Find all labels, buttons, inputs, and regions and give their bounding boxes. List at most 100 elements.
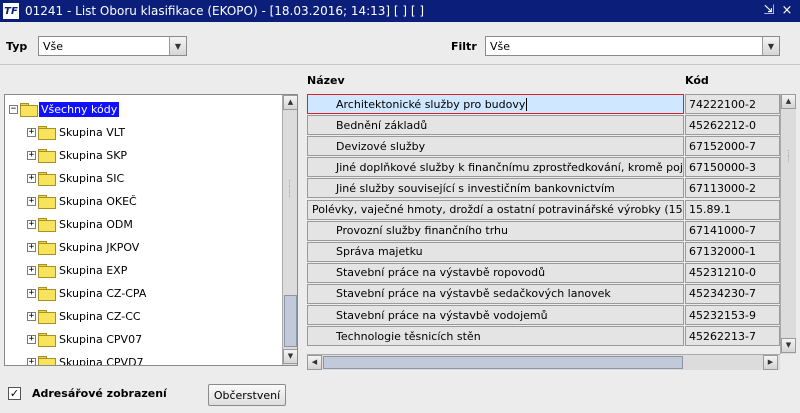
table-scrollbar[interactable]: ▲ ▼: [780, 94, 796, 354]
tree-item-label[interactable]: Skupina OKEČ: [57, 194, 139, 209]
collapse-icon[interactable]: −: [9, 104, 18, 114]
name-cell[interactable]: Technologie těsnicích stěn: [307, 326, 684, 347]
column-header-name: Název: [307, 74, 345, 87]
name-cell[interactable]: Správa majetku: [307, 241, 684, 262]
name-cell[interactable]: Polévky, vaječné hmoty, droždí a ostatní…: [307, 199, 684, 220]
name-cell-text: Polévky, vaječné hmoty, droždí a ostatní…: [312, 203, 684, 216]
name-cell[interactable]: Stavební práce na výstavbě ropovodů: [307, 262, 684, 283]
directory-view-label: Adresářové zobrazení: [32, 387, 167, 400]
tree-item-label[interactable]: Skupina ODM: [57, 217, 135, 232]
name-cell-text: Bednění základů: [336, 118, 428, 132]
tree-scroll-thumb[interactable]: [284, 295, 297, 347]
directory-view-checkbox[interactable]: ✓: [8, 387, 21, 400]
folder-icon: [38, 333, 56, 347]
expand-icon[interactable]: +: [27, 334, 36, 344]
expand-icon[interactable]: +: [27, 196, 36, 206]
chevron-down-icon[interactable]: ▼: [169, 37, 186, 55]
name-cell[interactable]: Stavební práce na výstavbě vodojemů: [307, 305, 684, 325]
name-cell[interactable]: Bednění základů: [307, 115, 684, 136]
tree-item-label[interactable]: Skupina EXP: [57, 263, 129, 278]
close-icon[interactable]: ×: [778, 2, 796, 20]
folder-icon: [38, 126, 56, 140]
expand-icon[interactable]: +: [27, 357, 36, 365]
scroll-down-icon[interactable]: ▼: [283, 349, 297, 364]
category-tree[interactable]: − Všechny kódy + Skupina VLT + Skupina SKP +…: [4, 94, 298, 366]
name-cell[interactable]: Provozní služby finančního trhu: [307, 220, 684, 241]
column-header-code: Kód: [685, 74, 709, 87]
splitter-grip-icon[interactable]: ⋮ ⋮: [785, 150, 792, 163]
code-cell[interactable]: 67132000-1: [685, 241, 780, 262]
tree-item[interactable]: + Skupina CPVD7: [27, 352, 146, 366]
filtr-select[interactable]: Vše ▼: [485, 36, 780, 56]
tree-item-label[interactable]: Skupina SKP: [57, 148, 129, 163]
expand-icon[interactable]: +: [27, 288, 36, 298]
scroll-down-icon[interactable]: ▼: [781, 338, 796, 353]
tree-item-label[interactable]: Skupina CZ-CC: [57, 309, 143, 324]
splitter-grip-icon[interactable]: ⋮ ⋮ ⋮: [286, 180, 293, 199]
table-hscroll-thumb[interactable]: [323, 356, 683, 369]
tree-item[interactable]: + Skupina EXP: [27, 260, 129, 280]
code-cell[interactable]: 67150000-3: [685, 157, 780, 178]
name-cell-text: Technologie těsnicích stěn: [336, 329, 481, 343]
expand-icon[interactable]: +: [27, 265, 36, 275]
expand-icon[interactable]: +: [27, 219, 36, 229]
folder-icon: [38, 287, 56, 301]
tree-item[interactable]: + Skupina JKPOV: [27, 237, 141, 257]
name-input[interactable]: Architektonické služby pro budovy: [307, 94, 684, 114]
table-horizontal-scrollbar[interactable]: ◀ ▶: [307, 354, 780, 370]
tree-item-label[interactable]: Skupina SIC: [57, 171, 126, 186]
tree-item[interactable]: + Skupina CPV07: [27, 329, 144, 349]
code-cell[interactable]: 45262213-7: [685, 326, 780, 347]
name-cell[interactable]: Jiné doplňkové služby k finančnímu zpros…: [307, 157, 684, 178]
expand-icon[interactable]: +: [27, 311, 36, 321]
name-cell-text: Jiné služby související s investičním ba…: [336, 181, 615, 195]
tree-root[interactable]: − Všechny kódy: [9, 99, 120, 119]
code-cell[interactable]: 67141000-7: [685, 220, 780, 241]
tree-root-label[interactable]: Všechny kódy: [39, 101, 120, 117]
tree-item-label[interactable]: Skupina CPVD7: [57, 355, 146, 366]
tree-item-label[interactable]: Skupina CZ-CPA: [57, 286, 148, 301]
expand-icon[interactable]: +: [27, 127, 36, 137]
code-cell[interactable]: 45232153-9: [685, 305, 780, 325]
name-cell-text: Správa majetku: [336, 245, 423, 259]
tree-scrollbar[interactable]: ▲ ▼: [282, 95, 297, 365]
tree-item[interactable]: + Skupina CZ-CPA: [27, 283, 148, 303]
tree-item-label[interactable]: Skupina VLT: [57, 125, 127, 140]
typ-select[interactable]: Vše ▼: [38, 36, 187, 56]
name-cell-text: Provozní služby finančního trhu: [336, 224, 508, 238]
name-cell[interactable]: Jiné služby související s investičním ba…: [307, 178, 684, 199]
tree-item-label[interactable]: Skupina JKPOV: [57, 240, 141, 255]
code-cell[interactable]: 74222100-2: [685, 94, 780, 114]
refresh-button[interactable]: Občerstvení: [208, 384, 286, 406]
code-cell[interactable]: 67113000-2: [685, 178, 780, 199]
folder-icon: [38, 356, 56, 365]
scroll-right-icon[interactable]: ▶: [763, 355, 778, 370]
code-cell[interactable]: 45234230-7: [685, 283, 780, 304]
tree-item[interactable]: + Skupina CZ-CC: [27, 306, 143, 326]
tree-item[interactable]: + Skupina SKP: [27, 145, 129, 165]
tree-item-label[interactable]: Skupina CPV07: [57, 332, 144, 347]
scroll-left-icon[interactable]: ◀: [307, 355, 322, 370]
code-cell[interactable]: 15.89.1: [685, 199, 780, 220]
folder-icon: [38, 149, 56, 163]
folder-icon: [38, 264, 56, 278]
typ-label: Typ: [6, 40, 28, 53]
code-cell[interactable]: 45231210-0: [685, 262, 780, 283]
title-bar: TF 01241 - List Oboru klasifikace (EKOPO…: [0, 0, 800, 22]
code-cell[interactable]: 67152000-7: [685, 136, 780, 157]
restore-icon[interactable]: ⇲: [760, 2, 778, 20]
tree-item[interactable]: + Skupina ODM: [27, 214, 135, 234]
expand-icon[interactable]: +: [27, 242, 36, 252]
code-cell[interactable]: 45262212-0: [685, 115, 780, 136]
name-cell[interactable]: Stavební práce na výstavbě sedačkových l…: [307, 283, 684, 304]
tree-item[interactable]: + Skupina SIC: [27, 168, 126, 188]
expand-icon[interactable]: +: [27, 173, 36, 183]
tree-item[interactable]: + Skupina VLT: [27, 122, 127, 142]
chevron-down-icon[interactable]: ▼: [762, 37, 779, 55]
scroll-up-icon[interactable]: ▲: [781, 94, 796, 109]
folder-icon: [38, 218, 56, 232]
tree-item[interactable]: + Skupina OKEČ: [27, 191, 139, 211]
name-cell[interactable]: Devizové služby: [307, 136, 684, 157]
expand-icon[interactable]: +: [27, 150, 36, 160]
scroll-up-icon[interactable]: ▲: [283, 95, 297, 110]
